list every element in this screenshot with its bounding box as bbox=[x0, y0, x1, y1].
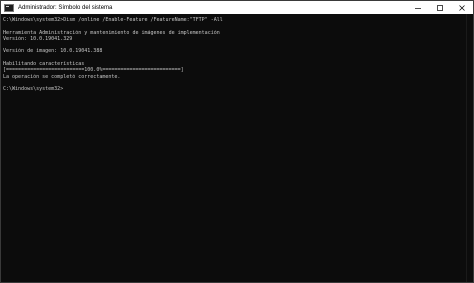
cmd-app-icon bbox=[4, 3, 14, 12]
window-controls bbox=[407, 1, 473, 14]
close-icon bbox=[459, 4, 465, 11]
console-line-prompt: C:\Windows\system32> bbox=[3, 86, 64, 93]
vertical-scrollbar[interactable] bbox=[466, 14, 473, 282]
title-bar[interactable]: Administrador: Símbolo del sistema bbox=[1, 1, 473, 14]
command-prompt-window: Administrador: Símbolo del sistema C:\Wi… bbox=[0, 0, 474, 283]
window-title: Administrador: Símbolo del sistema bbox=[18, 4, 113, 11]
console-output[interactable]: C:\Windows\system32>Dism /online /Enable… bbox=[1, 14, 467, 282]
maximize-icon bbox=[437, 4, 443, 11]
minimize-icon bbox=[415, 7, 421, 9]
maximize-button[interactable] bbox=[429, 1, 451, 14]
close-button[interactable] bbox=[451, 1, 473, 14]
minimize-button[interactable] bbox=[407, 1, 429, 14]
